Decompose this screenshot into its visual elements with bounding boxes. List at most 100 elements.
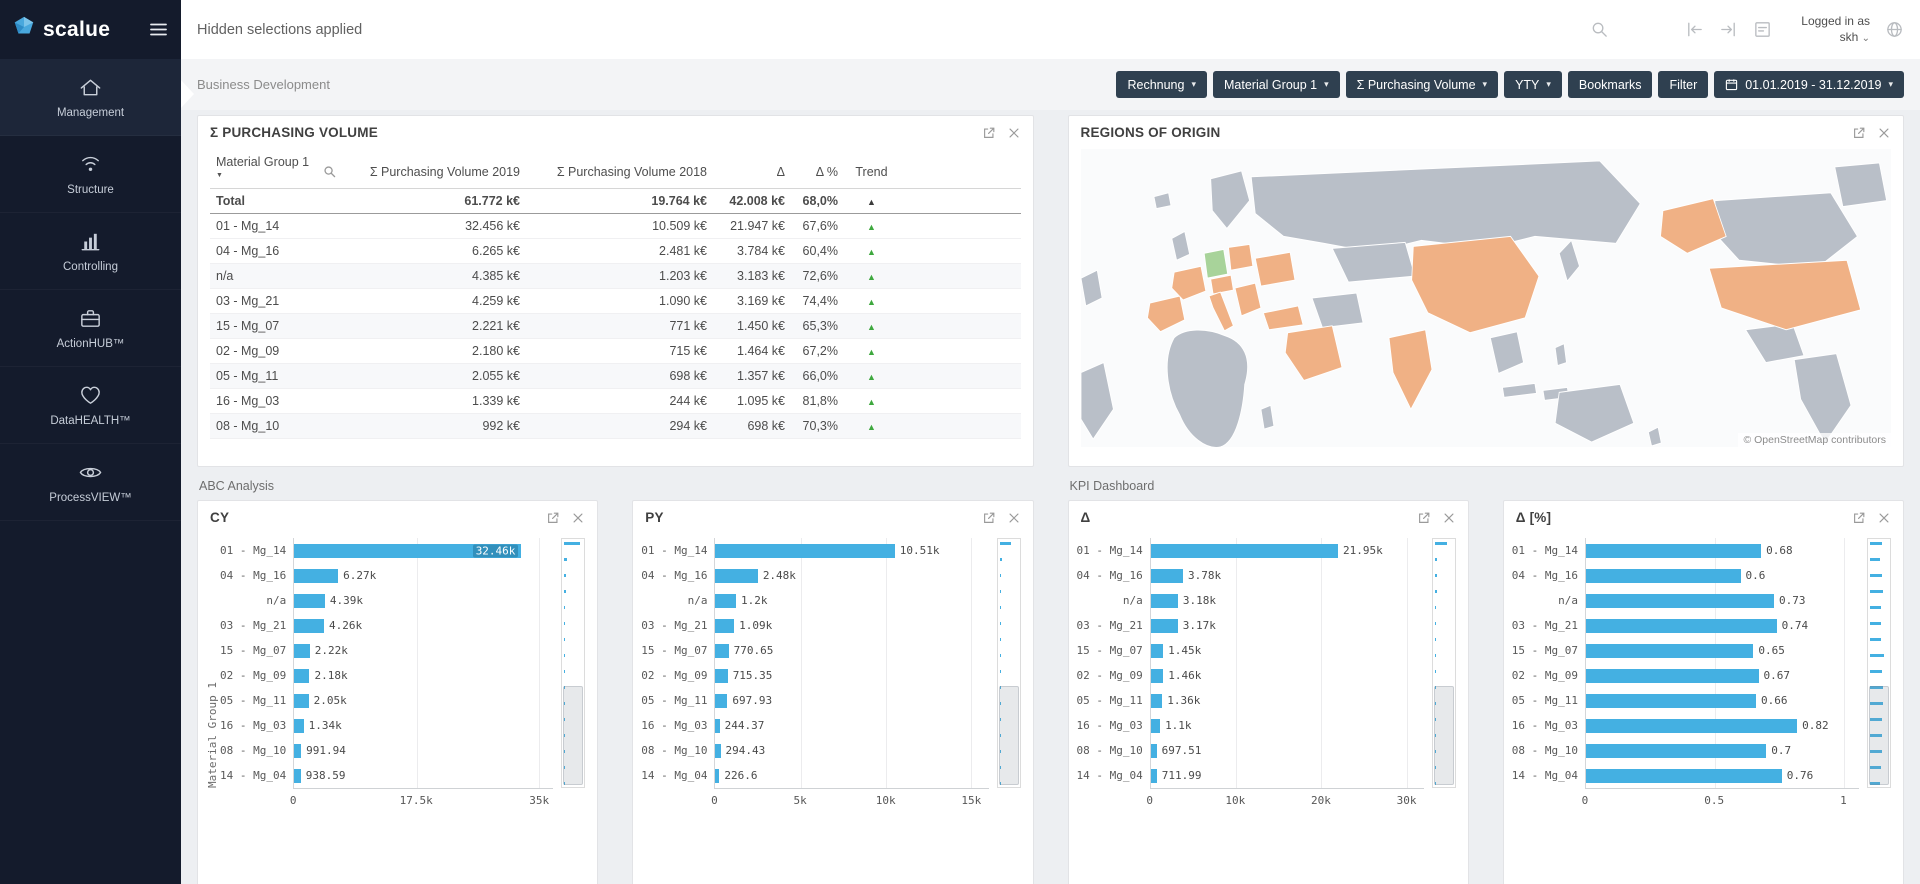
- bar[interactable]: [1151, 744, 1157, 758]
- table-row[interactable]: 03 - Mg_214.259 k€1.090 k€3.169 k€74,4%▲: [210, 289, 1021, 314]
- export-icon[interactable]: [982, 126, 996, 140]
- bar[interactable]: [1586, 744, 1766, 758]
- map-region-germany[interactable]: [1204, 249, 1228, 278]
- close-icon[interactable]: [1007, 126, 1021, 140]
- column-header-delta[interactable]: Δ: [713, 149, 791, 189]
- filter-chip-yty[interactable]: YTY▾: [1504, 71, 1562, 98]
- chart-scrollbar[interactable]: [561, 538, 585, 788]
- step-forward-icon[interactable]: [1719, 20, 1738, 39]
- column-header-2018[interactable]: Σ Purchasing Volume 2018: [526, 149, 713, 189]
- section-label-kpi-dashboard[interactable]: KPI Dashboard: [1068, 467, 1905, 500]
- bar[interactable]: [1586, 694, 1756, 708]
- close-icon[interactable]: [571, 511, 585, 525]
- bar[interactable]: 32.46k: [294, 544, 521, 558]
- map-region-austria[interactable]: [1210, 275, 1233, 294]
- close-icon[interactable]: [1442, 511, 1456, 525]
- close-icon[interactable]: [1877, 511, 1891, 525]
- bar[interactable]: [294, 594, 325, 608]
- bar[interactable]: [1586, 719, 1797, 733]
- section-label-abc-analysis[interactable]: ABC Analysis: [197, 467, 1034, 500]
- map-region-italy[interactable]: [1209, 292, 1233, 331]
- bar[interactable]: [1151, 769, 1157, 783]
- bar[interactable]: [1151, 569, 1183, 583]
- selections-tool-icon[interactable]: [1753, 20, 1772, 39]
- table-row[interactable]: n/a4.385 k€1.203 k€3.183 k€72,6%▲: [210, 264, 1021, 289]
- bar[interactable]: [715, 594, 736, 608]
- bar[interactable]: [1151, 694, 1163, 708]
- table-row[interactable]: 15 - Mg_072.221 k€771 k€1.450 k€65,3%▲: [210, 314, 1021, 339]
- bar[interactable]: [294, 669, 309, 683]
- column-header-delta-pct[interactable]: Δ %: [791, 149, 844, 189]
- map-attribution[interactable]: © OpenStreetMap contributors: [1738, 433, 1891, 447]
- bar[interactable]: [1151, 644, 1163, 658]
- bar[interactable]: [1151, 719, 1160, 733]
- sidebar-item-structure[interactable]: Structure: [0, 136, 181, 213]
- close-icon[interactable]: [1007, 511, 1021, 525]
- bar[interactable]: [715, 644, 728, 658]
- bar[interactable]: [715, 694, 727, 708]
- column-header-material-group[interactable]: Material Group 1 ▼: [210, 149, 342, 189]
- map-region-turkey[interactable]: [1263, 306, 1303, 330]
- filter-chip-material-group-1[interactable]: Material Group 1▾: [1213, 71, 1340, 98]
- export-icon[interactable]: [982, 511, 996, 525]
- map-region-spain[interactable]: [1147, 296, 1184, 332]
- logo-text[interactable]: scalue: [43, 18, 110, 42]
- smart-search-icon[interactable]: [1590, 20, 1609, 39]
- export-icon[interactable]: [1417, 511, 1431, 525]
- close-icon[interactable]: [1877, 126, 1891, 140]
- bar[interactable]: [294, 694, 308, 708]
- export-icon[interactable]: [1852, 511, 1866, 525]
- bar[interactable]: [1151, 594, 1178, 608]
- export-icon[interactable]: [1852, 126, 1866, 140]
- world-map[interactable]: © OpenStreetMap contributors: [1081, 149, 1892, 447]
- bar[interactable]: [1586, 769, 1782, 783]
- filter-chip-bookmarks[interactable]: Bookmarks: [1568, 71, 1653, 98]
- sidebar-item-datahealth[interactable]: DataHEALTH™: [0, 367, 181, 444]
- table-row[interactable]: 08 - Mg_10992 k€294 k€698 k€70,3%▲: [210, 414, 1021, 439]
- map-region-france[interactable]: [1171, 266, 1205, 300]
- filter-chip-01-01-2019-31-12-2019[interactable]: 01.01.2019 - 31.12.2019▾: [1714, 71, 1904, 98]
- bar[interactable]: [294, 744, 301, 758]
- logged-in-menu[interactable]: Logged in as skh ⌄: [1801, 14, 1870, 45]
- chart-scrollbar[interactable]: [1432, 538, 1456, 788]
- column-search-icon[interactable]: [323, 165, 336, 178]
- table-row[interactable]: 01 - Mg_1432.456 k€10.509 k€21.947 k€67,…: [210, 214, 1021, 239]
- bar[interactable]: [715, 669, 727, 683]
- chart-scrollbar[interactable]: [1867, 538, 1891, 788]
- map-region-balkans[interactable]: [1234, 283, 1260, 316]
- filter-chip-rechnung[interactable]: Rechnung▾: [1116, 71, 1207, 98]
- bar[interactable]: [715, 569, 757, 583]
- menu-hamburger-icon[interactable]: [148, 19, 169, 40]
- step-back-icon[interactable]: [1685, 20, 1704, 39]
- bar[interactable]: [294, 769, 301, 783]
- table-row[interactable]: 02 - Mg_092.180 k€715 k€1.464 k€67,2%▲: [210, 339, 1021, 364]
- map-region-usa[interactable]: [1709, 260, 1861, 330]
- bar[interactable]: [294, 719, 303, 733]
- bar[interactable]: [1586, 569, 1741, 583]
- sidebar-item-controlling[interactable]: Controlling: [0, 213, 181, 290]
- chart-scrollbar[interactable]: [997, 538, 1021, 788]
- sidebar-item-actionhub[interactable]: ActionHUB™: [0, 290, 181, 367]
- bar[interactable]: [715, 719, 719, 733]
- bar[interactable]: [1586, 594, 1774, 608]
- bar[interactable]: [1586, 544, 1761, 558]
- table-row[interactable]: 05 - Mg_112.055 k€698 k€1.357 k€66,0%▲: [210, 364, 1021, 389]
- bar[interactable]: [294, 644, 310, 658]
- table-row[interactable]: 16 - Mg_031.339 k€244 k€1.095 k€81,8%▲: [210, 389, 1021, 414]
- bar[interactable]: [1151, 619, 1178, 633]
- bar[interactable]: [715, 544, 894, 558]
- map-region-poland[interactable]: [1228, 244, 1252, 270]
- bar[interactable]: [1586, 669, 1759, 683]
- column-header-trend[interactable]: Trend: [844, 149, 899, 189]
- map-region-saudi-arabia[interactable]: [1285, 326, 1342, 381]
- bar[interactable]: [294, 569, 338, 583]
- filter-chip-filter[interactable]: Filter: [1658, 71, 1708, 98]
- map-region-china[interactable]: [1411, 236, 1538, 332]
- map-region-india[interactable]: [1388, 330, 1431, 409]
- bar[interactable]: [1586, 644, 1753, 658]
- column-header-2019[interactable]: Σ Purchasing Volume 2019: [342, 149, 526, 189]
- filter-chip-purchasing-volume[interactable]: Σ Purchasing Volume▾: [1346, 71, 1498, 98]
- language-globe-icon[interactable]: [1885, 20, 1904, 39]
- bar[interactable]: [1586, 619, 1777, 633]
- map-region-alaska[interactable]: [1660, 199, 1726, 254]
